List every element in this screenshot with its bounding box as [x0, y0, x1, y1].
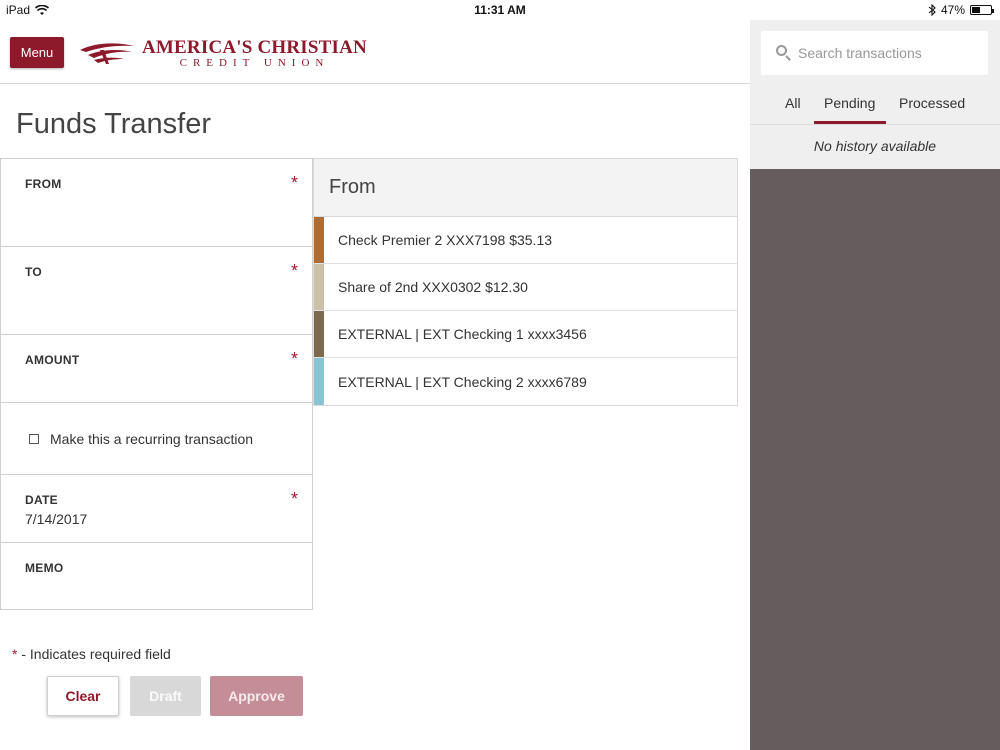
account-option-label: Share of 2nd XXX0302 $12.30 [338, 279, 528, 295]
date-value: 7/14/2017 [25, 511, 88, 527]
memo-label: MEMO [25, 561, 64, 575]
account-color-swatch [314, 311, 324, 357]
required-asterisk: * [290, 489, 298, 509]
required-note: * - Indicates required field [12, 646, 171, 662]
account-option[interactable]: Share of 2nd XXX0302 $12.30 [314, 264, 737, 311]
account-option[interactable]: EXTERNAL | EXT Checking 2 xxxx6789 [314, 358, 737, 405]
tab-pending[interactable]: Pending [824, 95, 875, 111]
battery-fill [972, 7, 980, 13]
app-header: Menu AMERICA'S CHRISTIAN CREDIT UNION [0, 20, 750, 84]
recurring-checkbox[interactable] [29, 433, 39, 444]
recurring-label: Make this a recurring transaction [50, 430, 254, 447]
main-panel: Menu AMERICA'S CHRISTIAN CREDIT UNION Fu… [0, 0, 750, 750]
active-tab-indicator [814, 121, 886, 124]
amount-field[interactable]: AMOUNT * [0, 334, 313, 402]
account-option-label: Check Premier 2 XXX7198 $35.13 [338, 232, 553, 248]
sidebar-top: All Pending Processed No history availab… [750, 20, 1000, 169]
account-option[interactable]: Check Premier 2 XXX7198 $35.13 [314, 217, 737, 264]
to-field[interactable]: TO * [0, 246, 313, 334]
from-account-dropdown: From Check Premier 2 XXX7198 $35.13 Shar… [313, 158, 738, 406]
transfer-form: FROM * TO * AMOUNT * Make this a recurri… [0, 158, 313, 610]
date-label: DATE [25, 493, 58, 507]
draft-button[interactable]: Draft [130, 676, 201, 716]
brand-logo: AMERICA'S CHRISTIAN CREDIT UNION [78, 36, 367, 70]
recurring-option[interactable]: Make this a recurring transaction [0, 402, 313, 474]
from-label: FROM [25, 177, 62, 191]
menu-button[interactable]: Menu [10, 37, 64, 68]
tab-all[interactable]: All [785, 95, 801, 111]
memo-field[interactable]: MEMO [0, 542, 313, 610]
tab-processed[interactable]: Processed [899, 95, 965, 111]
status-time: 11:31 AM [474, 3, 526, 17]
transactions-sidebar: All Pending Processed No history availab… [750, 20, 1000, 750]
search-box[interactable] [761, 31, 988, 75]
page-title: Funds Transfer [16, 108, 212, 140]
date-field[interactable]: DATE 7/14/2017 * [0, 474, 313, 542]
approve-button[interactable]: Approve [210, 676, 303, 716]
clear-button[interactable]: Clear [47, 676, 119, 716]
account-option[interactable]: EXTERNAL | EXT Checking 1 xxxx3456 [314, 311, 737, 358]
bluetooth-icon [928, 4, 936, 16]
history-tabs: All Pending Processed [750, 83, 1000, 125]
status-bar: iPad 11:31 AM 47% [0, 0, 1000, 20]
battery-percent: 47% [940, 3, 965, 17]
required-asterisk: * [290, 261, 298, 281]
account-option-label: EXTERNAL | EXT Checking 2 xxxx6789 [338, 373, 587, 390]
required-note-text: - Indicates required field [17, 646, 171, 662]
logo-swoosh-icon [80, 43, 134, 64]
account-color-swatch [314, 264, 324, 310]
search-input[interactable] [798, 45, 978, 61]
from-field[interactable]: FROM * [0, 158, 313, 246]
required-asterisk: * [290, 349, 298, 369]
logo-subtitle: CREDIT UNION [179, 56, 330, 69]
account-color-swatch [314, 358, 324, 405]
to-label: TO [25, 265, 43, 279]
dropdown-title: From [314, 159, 737, 217]
logo-title: AMERICA'S CHRISTIAN [142, 36, 367, 58]
battery-icon [970, 5, 994, 15]
search-icon [776, 45, 792, 61]
account-option-label: EXTERNAL | EXT Checking 1 xxxx3456 [338, 326, 587, 342]
empty-history-message: No history available [813, 138, 937, 154]
amount-label: AMOUNT [25, 353, 80, 367]
account-color-swatch [314, 217, 324, 263]
required-asterisk: * [290, 173, 298, 193]
